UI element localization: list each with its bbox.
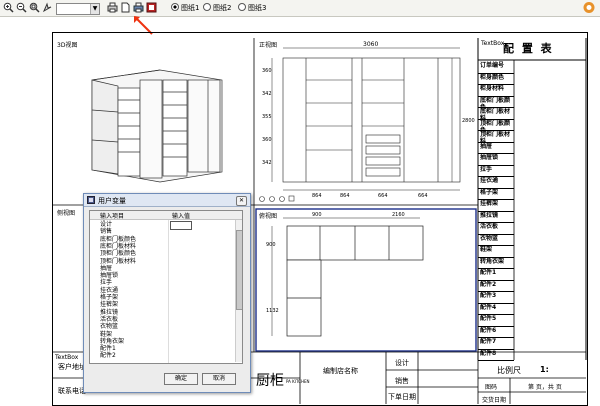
svg-text:900: 900 (312, 212, 322, 218)
config-row-divider (478, 360, 514, 361)
view-nav-icons (259, 195, 295, 202)
config-row-label: 配件3 (480, 292, 497, 299)
svg-text:342: 342 (262, 160, 272, 166)
title-textbox-label: TextBox (55, 354, 79, 361)
variables-list: 输入项目 输入值 设计 销售 底柜门板颜色 底柜门板材料 顶柜门板颜色 顶柜门板材料 抽屉抽… (89, 210, 243, 364)
list-item[interactable]: 配件2 (100, 352, 116, 359)
config-row-label: 配件1 (480, 269, 497, 276)
config-row-label: 衣物篮 (480, 234, 499, 242)
side-view-label: 侧视图 (57, 210, 76, 217)
top-view-label: 俯视图 (259, 213, 278, 220)
column-header-value: 输入值 (172, 213, 191, 220)
dialog-title: 用户变量 (98, 197, 126, 205)
scale-value: 1: (540, 365, 549, 374)
user-variables-dialog: 用户变量 ✕ 输入项目 输入值 设计 销售 底柜门板颜色 底柜门板材料 顶柜门板颜色 顶柜… (83, 193, 251, 393)
config-row-label: 转角衣架 (480, 257, 505, 265)
list-item[interactable]: 底柜门板材料 (100, 243, 136, 250)
svg-text:360: 360 (262, 68, 272, 74)
close-icon[interactable]: ✕ (236, 196, 247, 206)
list-item[interactable]: 底柜门板颜色 (100, 236, 136, 243)
config-row-label: 配件6 (480, 326, 497, 334)
svg-text:664: 664 (378, 193, 388, 199)
design-label: 设计 (395, 359, 409, 367)
scale-label: 比例尺 (497, 366, 521, 375)
svg-text:664: 664 (418, 193, 428, 199)
brand-logo: 厨柜 (256, 373, 284, 389)
list-item[interactable]: 抽屉 (100, 265, 112, 272)
list-item[interactable]: 顶柜门板材料 (100, 258, 136, 265)
list-item[interactable]: 活衣板 (100, 316, 118, 323)
svg-text:360: 360 (262, 137, 272, 143)
list-item[interactable]: 推拉镜 (100, 309, 118, 316)
order-date-label: 下单日期 (388, 393, 416, 401)
3d-view-label: 3D视图 (57, 42, 78, 49)
3d-wardrobe-drawing (91, 69, 223, 183)
config-row-label: 配件8 (480, 349, 497, 357)
customer-address-label: 客户地址 (58, 363, 86, 371)
page-info: 第 页，共 页 (528, 384, 562, 391)
list-header: 输入项目 输入值 (90, 211, 242, 220)
svg-text:900: 900 (266, 242, 276, 248)
config-row-label: 配件2 (480, 280, 497, 288)
config-row-label: 抽屉 (480, 142, 493, 150)
svg-text:355: 355 (262, 114, 272, 120)
front-total-dim: 3060 (363, 41, 378, 48)
list-item[interactable]: 顶柜门板颜色 (100, 250, 136, 257)
brand-logo-sub: PA KITCHEN (286, 379, 310, 384)
config-row-label: 鞋架 (480, 246, 493, 253)
svg-text:864: 864 (312, 193, 322, 199)
list-item[interactable]: 鞋架 (100, 331, 112, 338)
config-row-label: 柜身材料 (480, 85, 505, 92)
config-row-label: 挂裤架 (480, 200, 499, 207)
vertical-scrollbar[interactable] (235, 220, 242, 362)
config-textbox-label: TextBox (481, 40, 505, 47)
front-view-label: 正视图 (259, 42, 278, 49)
dialog-app-icon (87, 196, 95, 204)
config-row-label: 抽屉锁 (480, 154, 499, 161)
list-item[interactable]: 转角衣架 (100, 338, 124, 345)
column-divider (168, 220, 169, 363)
shop-name-label: 编制店名称 (323, 367, 358, 375)
list-item[interactable]: 销售 (100, 228, 112, 235)
column-header-item: 输入项目 (100, 213, 125, 220)
svg-text:342: 342 (262, 91, 272, 97)
config-row-label: 活衣板 (480, 223, 499, 230)
config-title: 配 置 表 (503, 42, 554, 55)
sales-label: 销售 (395, 377, 409, 385)
list-item[interactable]: 格子架 (100, 294, 118, 301)
cancel-button[interactable]: 取消 (202, 373, 236, 385)
svg-text:864: 864 (340, 193, 350, 199)
config-row-label: 拉手 (480, 165, 493, 173)
delivery-date-label: 交货日期 (482, 397, 507, 404)
dialog-titlebar[interactable]: 用户变量 ✕ (84, 194, 250, 207)
list-item[interactable]: 挂衣通 (100, 287, 118, 294)
contact-phone-label: 联系电话 (58, 387, 86, 395)
top-view-drawing (271, 217, 424, 337)
list-item[interactable]: 挂裤架 (100, 301, 118, 308)
config-row-label: 配件4 (480, 303, 497, 311)
config-row-label: 配件5 (480, 315, 497, 322)
list-item[interactable]: 拉手 (100, 279, 112, 286)
list-item[interactable]: 设计 (100, 221, 112, 228)
config-row-label: 格子架 (480, 188, 499, 196)
ok-button[interactable]: 确定 (164, 373, 198, 385)
svg-text:2800: 2800 (462, 118, 475, 124)
scrollbar-thumb[interactable] (236, 230, 242, 310)
value-edit-field[interactable] (170, 221, 192, 230)
list-item[interactable]: 衣物篮 (100, 323, 118, 330)
drawing-no-label: 图码 (485, 384, 498, 391)
config-row-label: 推拉镜 (480, 211, 499, 219)
config-row-label: 挂衣通 (480, 177, 499, 184)
svg-text:2160: 2160 (392, 212, 405, 218)
config-row-label: 配件7 (480, 338, 497, 345)
front-view-drawing (271, 47, 461, 191)
config-row-label: 柜身颜色 (480, 73, 505, 81)
config-row-label: 订单编号 (480, 62, 505, 69)
svg-text:1132: 1132 (266, 308, 279, 314)
